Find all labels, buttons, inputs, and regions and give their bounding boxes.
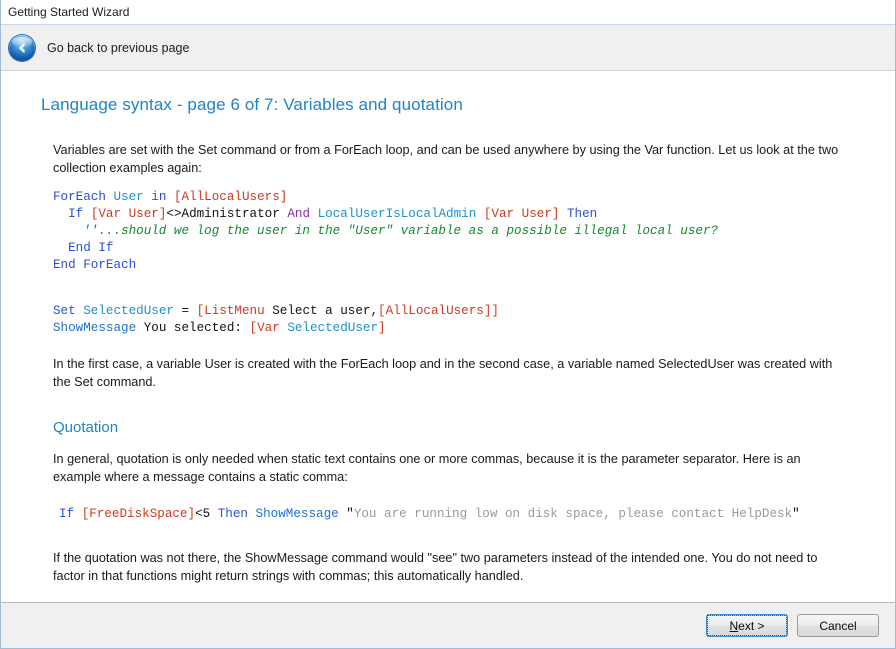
code-token: " — [346, 507, 354, 521]
code-line: If [Var User]<>Administrator And LocalUs… — [53, 206, 855, 223]
code-token: If — [59, 507, 75, 521]
code-token: [Var User] — [90, 207, 167, 221]
intro-paragraph: Variables are set with the Set command o… — [53, 143, 839, 175]
code-token: in — [151, 190, 167, 204]
code-line: ''...should we log the user in the "User… — [53, 223, 855, 240]
code-token: End If — [68, 241, 114, 255]
closing-paragraph: If the quotation was not there, the Show… — [53, 551, 818, 583]
code-token: SelectedUser — [83, 304, 174, 318]
code-token: ] — [378, 321, 386, 335]
code-spacer — [41, 274, 855, 291]
quotation-paragraph: In general, quotation is only needed whe… — [53, 452, 801, 484]
code-token: ForEach — [53, 190, 106, 204]
code-token: [Var User] — [483, 207, 560, 221]
code-token: <5 — [195, 507, 211, 521]
section-heading-quotation: Quotation — [53, 419, 119, 436]
next-button-label-rest: ext > — [738, 618, 765, 633]
code-token: If — [68, 207, 84, 221]
code-token: [ListMenu — [196, 304, 265, 318]
page-title: Language syntax - page 6 of 7: Variables… — [41, 95, 463, 114]
code-token: = — [173, 304, 197, 318]
code-token: " — [792, 507, 800, 521]
code-token: [Var — [249, 321, 288, 335]
content-area: Language syntax - page 6 of 7: Variables… — [1, 71, 895, 602]
code-token: And — [287, 207, 311, 221]
code-line: ShowMessage You selected: [Var SelectedU… — [53, 320, 855, 337]
code-token: [AllLocalUsers] — [173, 190, 288, 204]
code-token: User — [113, 190, 144, 204]
next-button[interactable]: Next > — [706, 614, 788, 637]
next-button-accelerator: N — [729, 618, 739, 633]
back-arrow-glyph — [9, 35, 35, 61]
code-token: Then — [217, 507, 248, 521]
code-line: ForEach User in [AllLocalUsers] — [53, 189, 855, 206]
code-line: If [FreeDiskSpace]<5 Then ShowMessage "Y… — [59, 506, 855, 523]
title-bar: Getting Started Wizard — [1, 0, 895, 25]
code-token: <>Administrator — [166, 207, 280, 221]
back-button-label[interactable]: Go back to previous page — [47, 41, 189, 55]
code-line: Set SelectedUser = [ListMenu Select a us… — [53, 303, 855, 320]
code-token: Set — [53, 304, 76, 318]
code-token: [FreeDiskSpace] — [81, 507, 196, 521]
code-token: You are running low on disk space, pleas… — [353, 507, 793, 521]
code-token: ShowMessage — [255, 507, 339, 521]
code-block-foreach: ForEach User in [AllLocalUsers] If [Var … — [53, 189, 855, 274]
code-token: ''...should we log the user in the "User… — [53, 224, 719, 238]
after-code-paragraph: In the first case, a variable User is cr… — [53, 357, 833, 389]
footer-button-bar: Next > Cancel — [1, 602, 895, 648]
cancel-button[interactable]: Cancel — [797, 614, 879, 637]
wizard-window: Getting Started Wizard Go back to previo… — [0, 0, 896, 649]
code-token: Select a user, — [264, 304, 379, 318]
back-arrow-circle-icon[interactable] — [9, 34, 35, 61]
code-token: ShowMessage — [53, 321, 137, 335]
code-token: You selected: — [136, 321, 250, 335]
navigation-bar: Go back to previous page — [1, 25, 895, 71]
code-token: LocalUserIsLocalAdmin — [317, 207, 477, 221]
next-button-focus-ring: Next > — [707, 615, 787, 636]
code-block-quotation: If [FreeDiskSpace]<5 Then ShowMessage "Y… — [59, 506, 855, 523]
code-token: SelectedUser — [287, 321, 379, 335]
code-block-set: Set SelectedUser = [ListMenu Select a us… — [53, 303, 855, 337]
code-token: End ForEach — [53, 258, 137, 272]
next-button-label: Next > — [729, 619, 764, 633]
cancel-button-label: Cancel — [819, 618, 857, 633]
code-line: End ForEach — [53, 257, 855, 274]
code-token: [AllLocalUsers]] — [378, 304, 499, 318]
code-line: End If — [53, 240, 855, 257]
code-token: Then — [567, 207, 598, 221]
window-title: Getting Started Wizard — [8, 5, 130, 19]
